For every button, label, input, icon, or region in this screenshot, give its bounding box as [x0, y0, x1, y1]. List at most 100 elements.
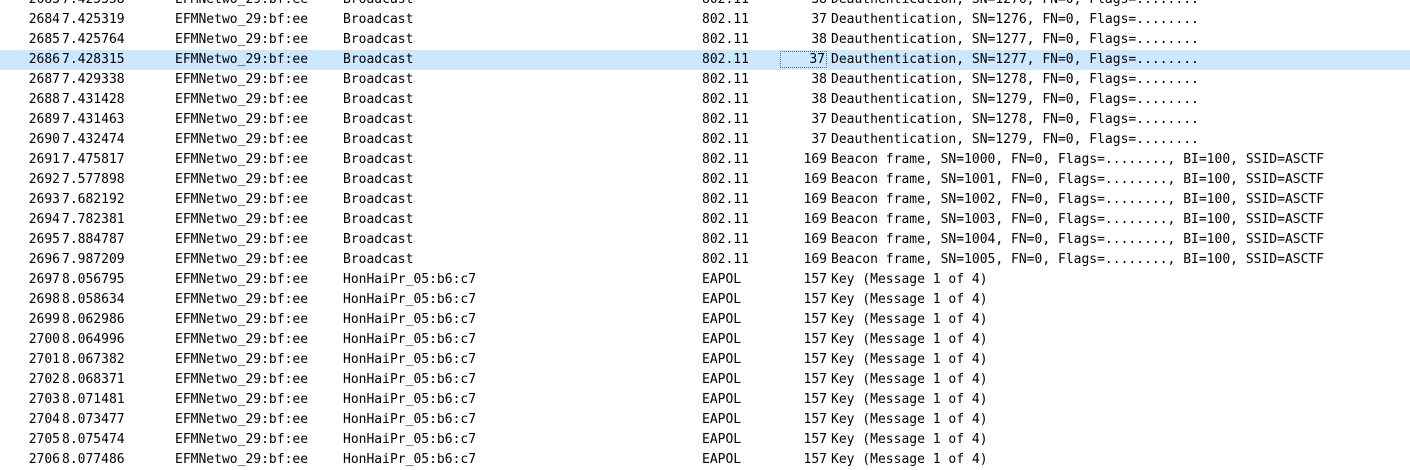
- packet-row[interactable]: 2703 8.071481 EFMNetwo_29:bf:ee HonHaiPr_05…: [0, 390, 1410, 410]
- packet-number-cell: 2685: [28, 32, 60, 47]
- packet-length-cell: 157: [803, 412, 827, 427]
- packet-source-cell: EFMNetwo_29:bf:ee: [175, 432, 309, 447]
- packet-protocol-cell: EAPOL: [702, 352, 742, 367]
- packet-destination-cell: Broadcast: [343, 232, 414, 247]
- packet-destination-cell: Broadcast: [343, 152, 414, 167]
- packet-row[interactable]: 2706 8.077486 EFMNetwo_29:bf:ee HonHaiPr_05…: [0, 450, 1410, 470]
- packet-row[interactable]: 2696 7.987209 EFMNetwo_29:bf:ee Broadcast 80…: [0, 250, 1410, 270]
- packet-number-cell: 2705: [28, 432, 60, 447]
- packet-row[interactable]: 2689 7.431463 EFMNetwo_29:bf:ee Broadcast 80…: [0, 110, 1410, 130]
- packet-protocol-cell: 802.11: [702, 0, 749, 10]
- packet-protocol-cell: 802.11: [702, 172, 749, 187]
- packet-protocol-cell: EAPOL: [702, 312, 742, 327]
- packet-destination-cell: Broadcast: [343, 12, 414, 27]
- packet-row[interactable]: 2704 8.073477 EFMNetwo_29:bf:ee HonHaiPr_05…: [0, 410, 1410, 430]
- packet-source-cell: EFMNetwo_29:bf:ee: [175, 112, 309, 127]
- packet-row[interactable]: 2693 7.682192 EFMNetwo_29:bf:ee Broadcast 80…: [0, 190, 1410, 210]
- packet-number-cell: 2684: [28, 12, 60, 27]
- packet-destination-cell: Broadcast: [343, 92, 414, 107]
- packet-info-cell: Deauthentication, SN=1278, FN=0, Flags=.…: [831, 72, 1199, 87]
- packet-row[interactable]: 2701 8.067382 EFMNetwo_29:bf:ee HonHaiPr_05…: [0, 350, 1410, 370]
- packet-number-cell: 2704: [28, 412, 60, 427]
- packet-source-cell: EFMNetwo_29:bf:ee: [175, 272, 309, 287]
- packet-length-cell: 38: [811, 92, 827, 107]
- packet-protocol-cell: 802.11: [702, 192, 749, 207]
- packet-destination-cell: HonHaiPr_05:b6:c7: [343, 332, 477, 347]
- packet-destination-cell: Broadcast: [343, 112, 414, 127]
- packet-number-cell: 2683: [20, 0, 60, 10]
- packet-source-cell: EFMNetwo_29:bf:ee: [175, 52, 309, 67]
- packet-row[interactable]: 2705 8.075474 EFMNetwo_29:bf:ee HonHaiPr_05…: [0, 430, 1410, 450]
- focused-cell-box[interactable]: 37: [780, 51, 827, 68]
- packet-time-cell: 7.428315: [62, 52, 125, 67]
- packet-row[interactable]: 2697 8.056795 EFMNetwo_29:bf:ee HonHaiPr_05…: [0, 270, 1410, 290]
- packet-info-cell: Deauthentication, SN=1277, FN=0, Flags=.…: [831, 32, 1199, 47]
- packet-number-cell: 2700: [28, 332, 60, 347]
- packet-time-cell: 7.987209: [62, 252, 125, 267]
- packet-length-cell: 157: [803, 292, 827, 307]
- packet-length-cell: 169: [803, 252, 827, 267]
- packet-row[interactable]: 2698 8.058634 EFMNetwo_29:bf:ee HonHaiPr_05…: [0, 290, 1410, 310]
- packet-row[interactable]: 2695 7.884787 EFMNetwo_29:bf:ee Broadcast 80…: [0, 230, 1410, 250]
- packet-source-cell: EFMNetwo_29:bf:ee: [175, 132, 309, 147]
- packet-source-cell: EFMNetwo_29:bf:ee: [175, 92, 309, 107]
- packet-row[interactable]: 26837.425358 EFMNetwo_29:bf:ee Broadcast 80…: [0, 0, 1410, 10]
- packet-info-cell: Key (Message 1 of 4): [831, 292, 988, 307]
- packet-number-cell: 2689: [28, 112, 60, 127]
- packet-row-selected[interactable]: 2686 7.428315 EFMNetwo_29:bf:ee Broadcast 80…: [0, 50, 1410, 70]
- packet-length-cell: 38: [780, 0, 827, 10]
- packet-info-cell: Beacon frame, SN=1000, FN=0, Flags=.....…: [831, 152, 1325, 167]
- packet-source-cell: EFMNetwo_29:bf:ee: [175, 412, 309, 427]
- packet-list[interactable]: 26837.425358 EFMNetwo_29:bf:ee Broadcast 80…: [0, 0, 1410, 470]
- packet-length-cell: 38: [811, 32, 827, 47]
- packet-protocol-cell: 802.11: [702, 112, 749, 127]
- packet-length-cell: 169: [803, 212, 827, 227]
- packet-row[interactable]: 2687 7.429338 EFMNetwo_29:bf:ee Broadcast 80…: [0, 70, 1410, 90]
- packet-destination-cell: Broadcast: [343, 172, 414, 187]
- packet-row[interactable]: 2700 8.064996 EFMNetwo_29:bf:ee HonHaiPr_05…: [0, 330, 1410, 350]
- packet-source-cell: EFMNetwo_29:bf:ee: [175, 12, 309, 27]
- packet-destination-cell: HonHaiPr_05:b6:c7: [343, 272, 477, 287]
- packet-destination-cell: Broadcast: [343, 52, 414, 67]
- packet-row[interactable]: 2688 7.431428 EFMNetwo_29:bf:ee Broadcast 80…: [0, 90, 1410, 110]
- packet-destination-cell: HonHaiPr_05:b6:c7: [343, 312, 477, 327]
- packet-protocol-cell: 802.11: [702, 52, 749, 67]
- packet-source-cell: EFMNetwo_29:bf:ee: [175, 452, 309, 467]
- packet-protocol-cell: 802.11: [702, 32, 749, 47]
- packet-info-cell: Key (Message 1 of 4): [831, 332, 988, 347]
- packet-protocol-cell: EAPOL: [702, 432, 742, 447]
- packet-info-cell: Key (Message 1 of 4): [831, 372, 988, 387]
- packet-time-cell: 7.782381: [62, 212, 125, 227]
- packet-number-cell: 2693: [28, 192, 60, 207]
- packet-destination-cell: HonHaiPr_05:b6:c7: [343, 452, 477, 467]
- packet-protocol-cell: EAPOL: [702, 392, 742, 407]
- packet-info-cell: Beacon frame, SN=1002, FN=0, Flags=.....…: [831, 192, 1325, 207]
- packet-row[interactable]: 2694 7.782381 EFMNetwo_29:bf:ee Broadcast 80…: [0, 210, 1410, 230]
- packet-number-cell: 2702: [28, 372, 60, 387]
- packet-protocol-cell: 802.11: [702, 152, 749, 167]
- packet-row[interactable]: 2692 7.577898 EFMNetwo_29:bf:ee Broadcast 80…: [0, 170, 1410, 190]
- packet-row[interactable]: 2691 7.475817 EFMNetwo_29:bf:ee Broadcast 80…: [0, 150, 1410, 170]
- packet-number-cell: 2687: [28, 72, 60, 87]
- packet-number-cell: 2703: [28, 392, 60, 407]
- packet-time-cell: 8.077486: [62, 452, 125, 467]
- packet-destination-cell: HonHaiPr_05:b6:c7: [343, 432, 477, 447]
- packet-source-cell: EFMNetwo_29:bf:ee: [175, 192, 309, 207]
- packet-time-cell: 8.068371: [62, 372, 125, 387]
- packet-info-cell: Key (Message 1 of 4): [831, 432, 988, 447]
- packet-time-cell: 7.425764: [62, 32, 125, 47]
- packet-number-cell: 2686: [28, 52, 60, 67]
- packet-number-cell: 2696: [28, 252, 60, 267]
- packet-row[interactable]: 2699 8.062986 EFMNetwo_29:bf:ee HonHaiPr_05…: [0, 310, 1410, 330]
- packet-number-cell: 2698: [28, 292, 60, 307]
- packet-row[interactable]: 2702 8.068371 EFMNetwo_29:bf:ee HonHaiPr_05…: [0, 370, 1410, 390]
- packet-destination-cell: Broadcast: [343, 192, 414, 207]
- packet-row[interactable]: 2684 7.425319 EFMNetwo_29:bf:ee Broadcast 80…: [0, 10, 1410, 30]
- packet-destination-cell: Broadcast: [343, 72, 414, 87]
- packet-row[interactable]: 2690 7.432474 EFMNetwo_29:bf:ee Broadcast 80…: [0, 130, 1410, 150]
- packet-destination-cell: Broadcast: [343, 0, 413, 10]
- packet-length-cell: 157: [803, 452, 827, 467]
- packet-number-cell: 2701: [28, 352, 60, 367]
- packet-row[interactable]: 2685 7.425764 EFMNetwo_29:bf:ee Broadcast 80…: [0, 30, 1410, 50]
- packet-destination-cell: Broadcast: [343, 252, 414, 267]
